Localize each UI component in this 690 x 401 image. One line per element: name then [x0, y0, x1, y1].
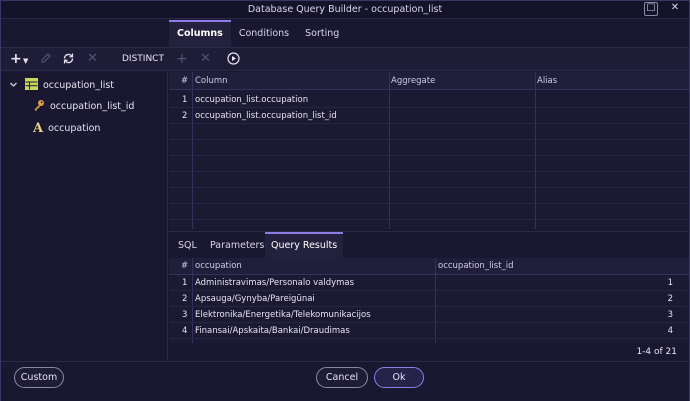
chevron-down-icon[interactable]	[9, 80, 18, 91]
tab-query-results[interactable]: Query Results	[265, 232, 344, 259]
top-tabs: Columns Conditions Sorting	[169, 20, 347, 47]
run-query-icon[interactable]	[227, 52, 240, 69]
header-column[interactable]: Column	[195, 76, 228, 86]
close-button[interactable]: ✕	[668, 2, 682, 16]
tree-table-node[interactable]: occupation_list	[9, 77, 114, 93]
tree-table-label: occupation_list	[43, 79, 115, 91]
add-icon[interactable]: +	[10, 52, 22, 66]
table-row[interactable]: 1 Administravimas/Personalo valdymas 1	[169, 275, 689, 291]
row-column[interactable]: occupation_list.occupation	[195, 95, 308, 105]
tree-field-label: occupation	[48, 122, 101, 134]
table-row	[169, 204, 689, 220]
table-row[interactable]: 2 occupation_list.occupation_list_id	[169, 108, 689, 124]
query-builder-window: Database Query Builder - occupation_list…	[0, 0, 690, 401]
table-tree-panel: occupation_list occupation_list_id A occ…	[1, 72, 168, 360]
add-dropdown-chevron-icon[interactable]: ▼	[23, 54, 28, 68]
table-row	[169, 172, 689, 188]
custom-button[interactable]: Custom	[14, 367, 64, 388]
table-row	[169, 188, 689, 204]
table-icon	[25, 77, 38, 93]
close-icon: ✕	[670, 2, 680, 13]
results-pager: 1-4 of 21	[636, 347, 677, 357]
bottom-tabs: SQL Parameters Query Results	[169, 231, 689, 259]
row-number: 1	[182, 278, 188, 288]
edit-icon[interactable]	[40, 52, 52, 68]
row-id[interactable]: 3	[668, 310, 673, 320]
dialog-footer: Custom Cancel Ok	[1, 361, 689, 401]
tab-conditions[interactable]: Conditions	[231, 20, 297, 47]
distinct-toggle[interactable]: DISTINCT	[122, 54, 164, 64]
header-occupation[interactable]: occupation	[195, 261, 242, 271]
row-id[interactable]: 1	[668, 278, 673, 288]
row-number: 2	[182, 111, 188, 121]
row-number: 2	[182, 294, 188, 304]
row-number: 1	[182, 95, 188, 105]
table-row	[169, 156, 689, 172]
toolbar: + ▼ ✕ DISTINCT + ✕	[1, 47, 689, 71]
row-id[interactable]: 2	[668, 294, 673, 304]
title-bar: Database Query Builder - occupation_list…	[1, 1, 689, 19]
window-title: Database Query Builder - occupation_list	[247, 4, 443, 15]
header-occupation-list-id[interactable]: occupation_list_id	[438, 261, 514, 271]
maximize-icon: ☐	[646, 3, 656, 14]
refresh-icon[interactable]	[62, 52, 75, 69]
row-number: 4	[182, 326, 188, 336]
header-aggregate[interactable]: Aggregate	[391, 76, 435, 86]
table-row[interactable]: 3 Elektronika/Energetika/Telekomunikacij…	[169, 307, 689, 323]
text-field-icon: A	[33, 120, 44, 136]
tab-sql[interactable]: SQL	[172, 232, 203, 259]
tree-field-occupation[interactable]: A occupation	[33, 120, 100, 136]
key-icon	[33, 99, 45, 114]
ok-button[interactable]: Ok	[374, 367, 424, 388]
query-results-grid: # occupation occupation_list_id 1 Admini…	[169, 258, 689, 343]
table-row	[169, 124, 689, 140]
table-row[interactable]: 1 occupation_list.occupation	[169, 92, 689, 108]
header-number: #	[181, 76, 189, 86]
tab-columns[interactable]: Columns	[169, 20, 231, 47]
row-occupation[interactable]: Apsauga/Gynyba/Pareigūnai	[195, 294, 315, 304]
tree-field-occupation-list-id[interactable]: occupation_list_id	[33, 98, 134, 114]
tab-sorting[interactable]: Sorting	[297, 20, 347, 47]
row-id[interactable]: 4	[668, 326, 673, 336]
delete-icon[interactable]: ✕	[87, 52, 98, 66]
table-row[interactable]: 2 Apsauga/Gynyba/Pareigūnai 2	[169, 291, 689, 307]
row-occupation[interactable]: Finansai/Apskaita/Bankai/Draudimas	[195, 326, 350, 336]
row-column[interactable]: occupation_list.occupation_list_id	[195, 111, 337, 121]
row-occupation[interactable]: Elektronika/Energetika/Telekomunikacijos	[195, 310, 371, 320]
columns-grid-header: # Column Aggregate Alias	[169, 72, 689, 90]
table-row[interactable]: 4 Finansai/Apskaita/Bankai/Draudimas 4	[169, 323, 689, 339]
header-alias[interactable]: Alias	[537, 76, 557, 86]
tree-field-label: occupation_list_id	[50, 100, 135, 112]
row-number: 3	[182, 310, 188, 320]
tab-parameters[interactable]: Parameters	[204, 232, 270, 259]
row-occupation[interactable]: Administravimas/Personalo valdymas	[195, 278, 354, 288]
maximize-button[interactable]: ☐	[644, 2, 658, 16]
table-row	[169, 140, 689, 156]
remove-column-icon[interactable]: ✕	[200, 52, 211, 66]
results-header: # occupation occupation_list_id	[169, 258, 689, 275]
add-column-icon[interactable]: +	[176, 52, 188, 66]
header-number: #	[181, 261, 189, 271]
cancel-button[interactable]: Cancel	[316, 367, 368, 388]
columns-grid: # Column Aggregate Alias 1 occupation_li…	[169, 72, 689, 229]
